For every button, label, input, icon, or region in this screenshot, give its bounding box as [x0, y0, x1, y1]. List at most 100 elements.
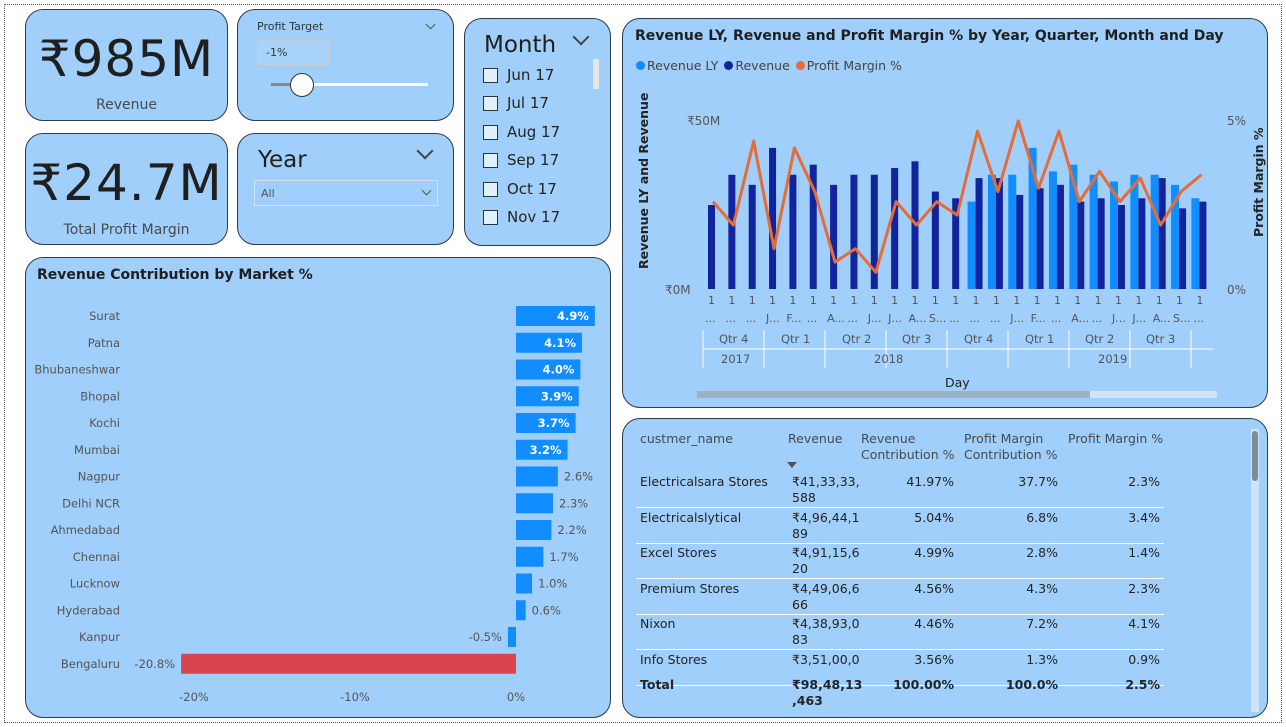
- market-bar[interactable]: [507, 627, 516, 647]
- profit-margin-contribution-cell: 37.7%: [1018, 474, 1058, 489]
- market-category-label: Ahmedabad: [51, 523, 120, 537]
- total-label: Total: [640, 677, 675, 692]
- revenue-bar[interactable]: [1118, 205, 1125, 289]
- revenue-bar[interactable]: [789, 174, 797, 289]
- x-month-label: ...: [847, 312, 858, 325]
- market-bar[interactable]: [516, 520, 552, 540]
- profit-margin-contribution-cell: 2.8%: [1026, 545, 1058, 560]
- month-option[interactable]: Oct 17: [483, 179, 557, 199]
- customer-name-cell: Electricalslytical: [640, 510, 742, 525]
- market-bar[interactable]: [516, 493, 554, 514]
- revenue-bar[interactable]: [850, 174, 858, 289]
- month-option-label: Sep 17: [507, 151, 560, 169]
- profit-kpi-card[interactable]: ₹24.7M Total Profit Margin: [25, 133, 228, 245]
- profit-target-value: -1%: [266, 46, 288, 59]
- market-category-label: Delhi NCR: [62, 496, 120, 510]
- revenue-cell: ₹4,96,44,1 89: [792, 510, 860, 541]
- profit-margin-cell: 4.1%: [1128, 616, 1160, 631]
- month-option[interactable]: Nov 17: [483, 207, 560, 227]
- market-value-label: 1.0%: [538, 577, 567, 591]
- revenue-ly-bar[interactable]: [1191, 198, 1200, 289]
- profit-margin-contribution-cell: 6.8%: [1026, 510, 1058, 525]
- col-header-profit-margin[interactable]: Profit Margin %: [1068, 431, 1163, 447]
- profit-margin-cell: 0.9%: [1128, 652, 1160, 667]
- market-category-label: Mumbai: [74, 443, 120, 457]
- col-header-revenue[interactable]: Revenue: [788, 431, 842, 447]
- chevron-down-icon[interactable]: [572, 28, 590, 46]
- revenue-bar[interactable]: [891, 168, 899, 289]
- checkbox[interactable]: [483, 209, 498, 225]
- revenue-bar[interactable]: [1138, 198, 1146, 289]
- revenue-contribution-cell: 41.97%: [906, 474, 954, 489]
- revenue-bar[interactable]: [1158, 178, 1166, 289]
- table-scrollbar-thumb[interactable]: [1252, 431, 1258, 481]
- market-bar[interactable]: [516, 600, 526, 621]
- customer-name-cell: Electricalsara Stores: [640, 474, 768, 489]
- month-option[interactable]: Aug 17: [483, 122, 560, 142]
- month-option[interactable]: Jul 17: [483, 93, 549, 113]
- revenue-bar[interactable]: [1036, 188, 1044, 289]
- col-header-revenue-contribution[interactable]: Revenue Contribution %: [861, 431, 956, 463]
- table-scrollbar[interactable]: [1251, 429, 1259, 712]
- revenue-ly-bar[interactable]: [987, 174, 996, 289]
- market-bar[interactable]: [181, 653, 516, 674]
- revenue-ly-bar[interactable]: [1089, 174, 1098, 289]
- checkbox[interactable]: [483, 152, 498, 168]
- customer-name-cell: Info Stores: [640, 652, 708, 667]
- revenue-kpi-card[interactable]: ₹985M Revenue: [25, 9, 228, 121]
- chevron-down-icon[interactable]: [425, 19, 436, 30]
- revenue-bar[interactable]: [975, 178, 983, 289]
- revenue-ly-bar[interactable]: [1150, 174, 1159, 289]
- y-right-axis-title: Profit Margin %: [1251, 127, 1266, 237]
- x-month-label: A...: [1071, 312, 1089, 325]
- year-dropdown[interactable]: All: [254, 180, 438, 206]
- revenue-ly-bar[interactable]: [1008, 174, 1017, 289]
- month-option[interactable]: Jun 17: [483, 65, 554, 85]
- x-quarter-label: Qtr 4: [964, 332, 993, 346]
- revenue-bar[interactable]: [748, 184, 756, 289]
- x-month-label: S...: [929, 312, 946, 325]
- combo-x-scrollbar-thumb[interactable]: [697, 391, 1090, 398]
- col-header-customer[interactable]: custmer_name: [640, 431, 733, 447]
- revenue-bar[interactable]: [1016, 194, 1024, 289]
- revenue-ly-bar[interactable]: [967, 201, 976, 289]
- revenue-bar[interactable]: [1056, 184, 1064, 289]
- checkbox[interactable]: [483, 181, 498, 197]
- checkbox[interactable]: [483, 124, 498, 140]
- chevron-down-icon[interactable]: [416, 142, 434, 160]
- market-bar[interactable]: [516, 573, 533, 594]
- x-day-label: 1: [769, 294, 776, 307]
- month-option[interactable]: Sep 17: [483, 150, 559, 170]
- month-slicer[interactable]: Month Jun 17 Jul 17 Aug 17 Sep 17 Oct 17…: [464, 18, 611, 246]
- market-bar[interactable]: [516, 466, 558, 487]
- revenue-ly-bar[interactable]: [1130, 174, 1139, 289]
- revenue-bar[interactable]: [1077, 201, 1085, 289]
- year-slicer[interactable]: Year All: [237, 133, 454, 245]
- revenue-bar[interactable]: [769, 147, 777, 289]
- revenue-ly-bar[interactable]: [1048, 171, 1057, 289]
- market-x-tick-label: 0%: [507, 690, 525, 704]
- revenue-bar[interactable]: [1179, 208, 1187, 289]
- x-month-label: S...: [1173, 312, 1190, 325]
- profit-target-slicer[interactable]: Profit Target -1%: [237, 9, 454, 121]
- revenue-bar[interactable]: [1097, 198, 1105, 289]
- checkbox[interactable]: [483, 95, 498, 111]
- slider-thumb[interactable]: [290, 73, 315, 97]
- combo-x-scrollbar[interactable]: [697, 391, 1217, 398]
- revenue-bar[interactable]: [830, 184, 838, 289]
- checkbox[interactable]: [483, 67, 498, 83]
- revenue-bar[interactable]: [708, 205, 715, 289]
- col-header-profit-margin-contribution[interactable]: Profit Margin Contribution %: [964, 431, 1064, 463]
- revenue-bar[interactable]: [995, 178, 1003, 289]
- profit-target-input[interactable]: -1%: [257, 40, 329, 65]
- month-option-label: Oct 17: [507, 180, 557, 198]
- revenue-bar[interactable]: [728, 174, 736, 289]
- market-contribution-chart-card[interactable]: Revenue Contribution by Market % Surat 4.…: [25, 257, 611, 718]
- revenue-cell: ₹3,51,00,0: [792, 652, 860, 667]
- month-scrollbar[interactable]: [593, 59, 599, 89]
- revenue-cell: ₹4,49,06,6 66: [792, 581, 860, 612]
- revenue-bar[interactable]: [1199, 201, 1207, 289]
- market-bar[interactable]: [516, 546, 544, 567]
- y-left-tick-label: ₹0M: [665, 283, 691, 297]
- revenue-combo-chart-card[interactable]: Revenue LY, Revenue and Profit Margin % …: [622, 18, 1268, 408]
